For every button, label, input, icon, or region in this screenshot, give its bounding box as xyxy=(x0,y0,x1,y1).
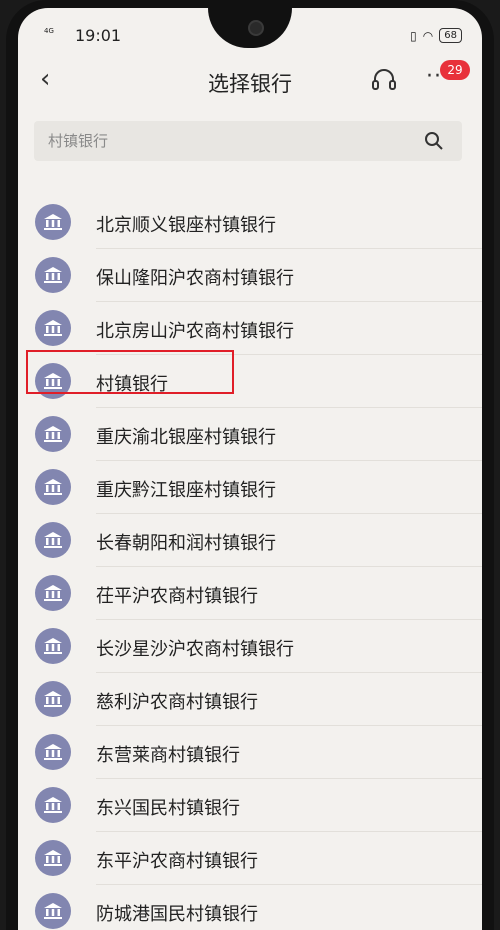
headset-icon[interactable] xyxy=(370,66,398,94)
bank-icon xyxy=(35,681,71,717)
bank-list: 北京顺义银座村镇银行 保山隆阳沪农商村镇银行 北京房山沪农商村镇银行 村镇银行 重庆渝北… xyxy=(18,196,482,930)
bank-icon xyxy=(35,628,71,664)
bank-icon xyxy=(35,204,71,240)
nav-header: ‹ 选择银行 ··· 29 xyxy=(18,54,482,104)
bank-icon xyxy=(35,893,71,929)
status-time: 19:01 xyxy=(75,26,122,45)
bank-list-item[interactable]: 东营莱商村镇银行 xyxy=(18,726,482,779)
bank-list-item[interactable]: 北京房山沪农商村镇银行 xyxy=(18,302,482,355)
bank-name: 长春朝阳和润村镇银行 xyxy=(96,533,276,554)
status-bar: 4G 19:01 ▯ ◠ 68 xyxy=(18,8,482,52)
bank-icon xyxy=(35,734,71,770)
bank-icon xyxy=(35,522,71,558)
bank-name: 茌平沪农商村镇银行 xyxy=(96,586,258,607)
bank-list-item[interactable]: 北京顺义银座村镇银行 xyxy=(18,196,482,249)
bank-icon xyxy=(35,840,71,876)
bank-name: 重庆黔江银座村镇银行 xyxy=(96,480,276,501)
page-title: 选择银行 xyxy=(208,72,292,96)
bank-icon xyxy=(35,257,71,293)
search-icon[interactable] xyxy=(424,131,444,151)
search-bar[interactable]: 村镇银行 xyxy=(34,121,462,161)
bank-name: 东兴国民村镇银行 xyxy=(96,798,240,819)
bank-icon xyxy=(35,469,71,505)
bank-list-item[interactable]: 长春朝阳和润村镇银行 xyxy=(18,514,482,567)
bank-list-item[interactable]: 东平沪农商村镇银行 xyxy=(18,832,482,885)
bank-list-item[interactable]: 重庆黔江银座村镇银行 xyxy=(18,461,482,514)
wifi-icon: ◠ xyxy=(422,28,434,43)
bank-name: 慈利沪农商村镇银行 xyxy=(96,692,258,713)
bank-name: 北京房山沪农商村镇银行 xyxy=(96,321,294,342)
bank-list-item[interactable]: 防城港国民村镇银行 xyxy=(18,885,482,930)
bank-list-item[interactable]: 长沙星沙沪农商村镇银行 xyxy=(18,620,482,673)
highlight-box xyxy=(26,350,234,394)
bank-icon xyxy=(35,575,71,611)
battery-icon: 68 xyxy=(439,28,462,43)
status-icons: ▯ ◠ 68 xyxy=(410,28,462,43)
bank-name: 防城港国民村镇银行 xyxy=(96,904,258,925)
notification-badge: 29 xyxy=(440,60,470,80)
bank-list-item[interactable]: 慈利沪农商村镇银行 xyxy=(18,673,482,726)
bank-icon xyxy=(35,310,71,346)
bank-list-item[interactable]: 重庆渝北银座村镇银行 xyxy=(18,408,482,461)
bank-name: 长沙星沙沪农商村镇银行 xyxy=(96,639,294,660)
bank-name: 北京顺义银座村镇银行 xyxy=(96,215,276,236)
bank-name: 保山隆阳沪农商村镇银行 xyxy=(96,268,294,289)
bank-list-item[interactable]: 茌平沪农商村镇银行 xyxy=(18,567,482,620)
bank-name: 东平沪农商村镇银行 xyxy=(96,851,258,872)
bank-list-item[interactable]: 保山隆阳沪农商村镇银行 xyxy=(18,249,482,302)
front-camera xyxy=(248,20,264,36)
signal-indicator: 4G xyxy=(44,27,54,35)
bank-name: 东营莱商村镇银行 xyxy=(96,745,240,766)
bank-name: 重庆渝北银座村镇银行 xyxy=(96,427,276,448)
search-input[interactable]: 村镇银行 xyxy=(48,130,108,151)
vibrate-icon: ▯ xyxy=(410,28,417,43)
bank-icon xyxy=(35,416,71,452)
bank-list-item[interactable]: 东兴国民村镇银行 xyxy=(18,779,482,832)
phone-screen: 4G 19:01 ▯ ◠ 68 ‹ 选择银行 ··· 29 村镇银行 北京顺义银… xyxy=(18,8,482,930)
bank-icon xyxy=(35,787,71,823)
